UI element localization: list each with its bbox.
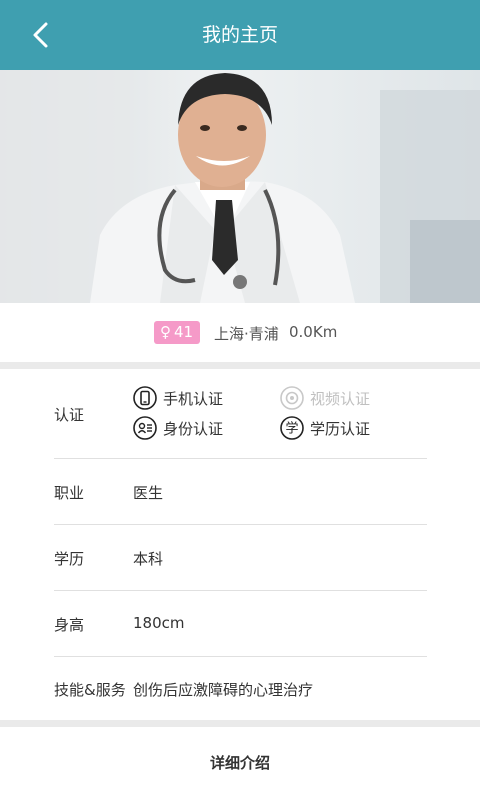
skills-value: 创伤后应激障碍的心理治疗	[133, 681, 314, 699]
age-value: 41	[174, 323, 194, 341]
height-row	[54, 591, 427, 657]
occupation-row	[54, 459, 427, 525]
education-row	[54, 525, 427, 591]
profile-photo	[0, 70, 480, 303]
height-label: 身高	[54, 616, 85, 634]
detail-intro-title: 详细介绍	[209, 754, 270, 772]
profile-info-row: ♀ 41 上海·青浦 0.0Km	[0, 303, 480, 362]
certification-row	[54, 369, 427, 459]
education-value: 本科	[133, 550, 164, 568]
gender-age-badge: ♀ 41	[154, 321, 200, 344]
svg-text:学: 学	[285, 421, 298, 437]
section-divider	[0, 362, 480, 369]
skills-label: 技能&服务	[54, 681, 126, 699]
education-label: 学历	[54, 550, 85, 568]
height-value: 180cm	[133, 614, 185, 632]
phone-icon	[133, 386, 157, 410]
id-cert-label: 身份认证	[163, 420, 224, 438]
section-divider-bottom	[0, 720, 480, 727]
page-title: 我的主页	[201, 24, 278, 46]
female-icon: ♀	[160, 323, 171, 341]
app-header: 我的主页	[0, 0, 480, 70]
video-cert-label: 视频认证	[310, 390, 371, 408]
occupation-value: 医生	[133, 484, 164, 502]
phone-cert-label: 手机认证	[163, 390, 224, 408]
education-cert-label: 学历认证	[310, 420, 371, 438]
distance-text: 0.0Km	[289, 323, 338, 341]
video-icon	[280, 386, 304, 410]
occupation-label: 职业	[54, 484, 85, 502]
certification-label: 认证	[54, 406, 85, 424]
id-card-icon	[133, 416, 157, 440]
education-icon: 学	[280, 416, 304, 440]
location-text: 上海·青浦	[214, 325, 279, 343]
